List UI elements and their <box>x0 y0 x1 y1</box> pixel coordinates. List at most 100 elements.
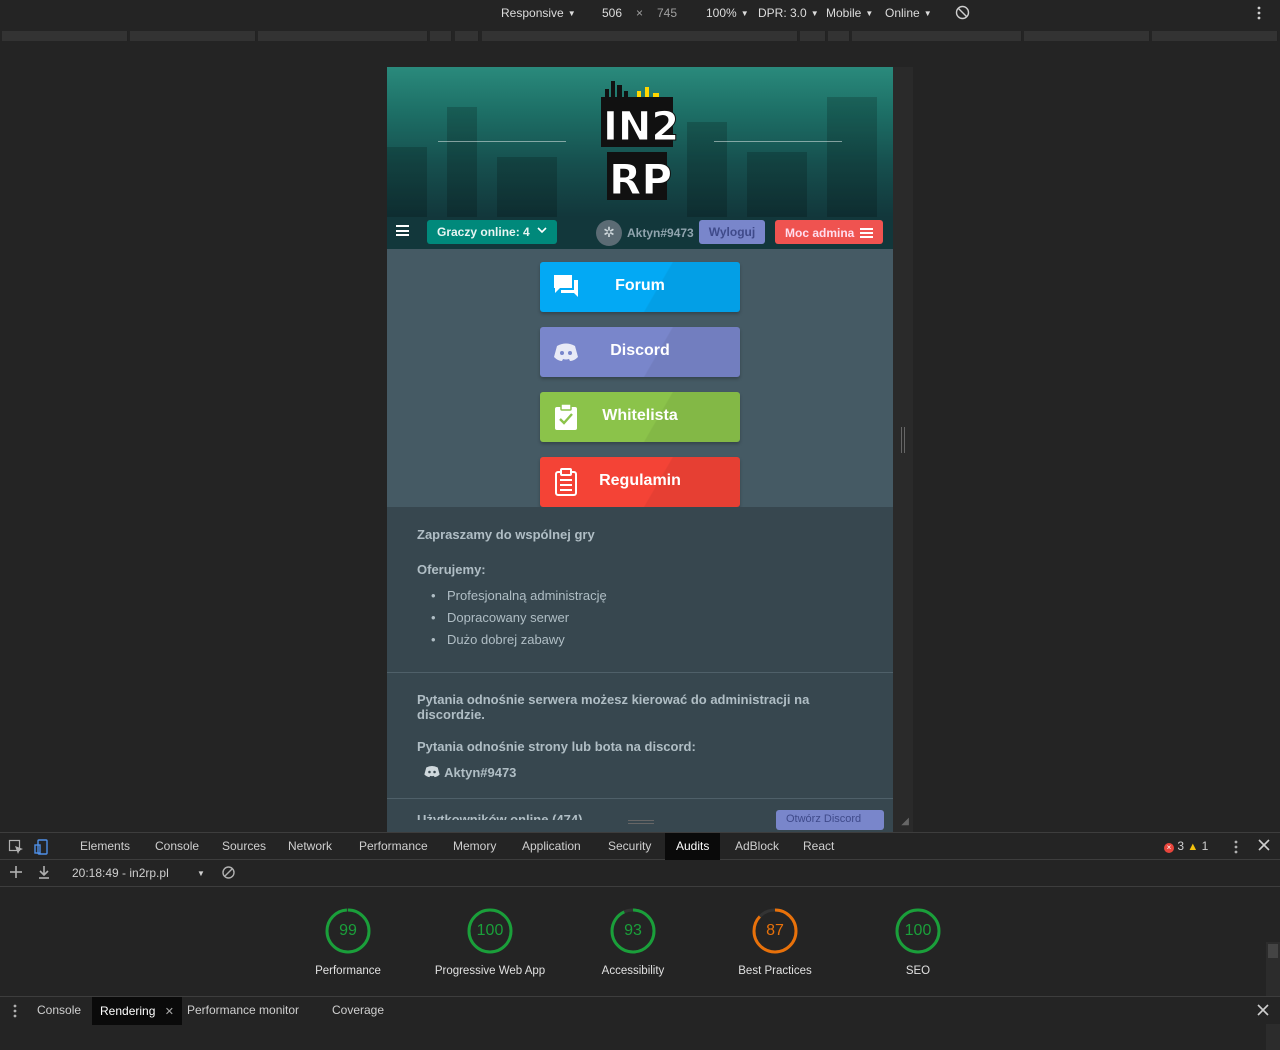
admin-power-button[interactable]: Moc admina <box>775 220 883 244</box>
dpr-select[interactable]: DPR: 3.0 ▼ <box>758 6 819 20</box>
score-accessibility[interactable]: 93 Accessibility <box>563 907 703 977</box>
devtools-tabbar: Elements Console Sources Network Perform… <box>0 832 1280 860</box>
tab-react[interactable]: React <box>803 839 834 853</box>
chevron-down-icon <box>537 225 547 238</box>
download-icon[interactable] <box>36 866 52 882</box>
menu-lines-icon <box>860 228 873 240</box>
resize-handle-right[interactable] <box>893 67 913 832</box>
close-icon[interactable] <box>1256 839 1272 855</box>
score-value: 87 <box>766 922 784 939</box>
audit-scores: 99 Performance 100 Progressive Web App 9… <box>0 887 1280 1050</box>
close-icon[interactable]: ✕ <box>165 1006 174 1018</box>
whitelist-button[interactable]: Whitelista <box>540 392 740 442</box>
report-select[interactable]: 20:18:49 - in2rp.pl <box>72 866 169 880</box>
kebab-icon[interactable] <box>1256 5 1262 24</box>
warning-count: 1 <box>1201 839 1209 853</box>
score-label: Best Practices <box>738 965 812 977</box>
device-toggle-icon[interactable] <box>34 839 50 855</box>
discord-username: Aktyn#9473 <box>444 765 517 780</box>
score-value: 100 <box>904 922 932 939</box>
offer-heading: Oferujemy: <box>417 562 486 577</box>
intro-text: Zapraszamy do wspólnej gry <box>417 527 595 542</box>
discord-contact[interactable]: Aktyn#9473 <box>423 765 516 780</box>
devtools-panel: Elements Console Sources Network Perform… <box>0 832 1280 1050</box>
drawer-tab-performance-monitor[interactable]: Performance monitor <box>187 1003 299 1017</box>
question-site: Pytania odnośnie strony lub bota na disc… <box>417 739 696 754</box>
drawer-tab-console[interactable]: Console <box>37 1003 81 1017</box>
info-section: Zapraszamy do wspólnej gry Oferujemy: Pr… <box>387 507 893 832</box>
drawer-menu-icon[interactable] <box>12 1003 18 1022</box>
tab-audits[interactable]: Audits <box>665 833 721 860</box>
header-line-right <box>714 141 842 142</box>
rules-button[interactable]: Regulamin <box>540 457 740 507</box>
rules-label: Regulamin <box>599 472 681 489</box>
tab-memory[interactable]: Memory <box>453 839 496 853</box>
device-frame: IN2 RP Graczy online: 4 ✲ Aktyn#9473 Wyl… <box>387 67 893 832</box>
tab-console[interactable]: Console <box>155 839 199 853</box>
drawer-tab-rendering[interactable]: Rendering ✕ <box>92 997 182 1025</box>
players-online-button[interactable]: Graczy online: 4 <box>427 220 557 244</box>
rotate-icon[interactable] <box>955 5 970 23</box>
score-value: 99 <box>339 922 357 939</box>
kebab-icon[interactable] <box>1228 839 1244 855</box>
tab-security[interactable]: Security <box>608 839 651 853</box>
triangle-down-icon[interactable]: ▼ <box>197 869 205 878</box>
forum-label: Forum <box>615 277 665 294</box>
score-value: 100 <box>476 922 504 939</box>
close-icon[interactable] <box>1257 1004 1269 1019</box>
score-label: Accessibility <box>601 965 665 977</box>
site-header: IN2 RP <box>387 67 893 217</box>
error-icon: × <box>1164 843 1174 853</box>
height-input[interactable]: 745 <box>657 6 677 20</box>
device-select[interactable]: Responsive ▼ <box>501 6 576 20</box>
user-name: Aktyn#9473 <box>627 226 694 240</box>
score-label: Progressive Web App <box>434 965 546 977</box>
site-logo[interactable]: IN2 RP <box>597 77 679 202</box>
discord-icon <box>424 765 440 778</box>
logout-button[interactable]: Wyloguj <box>699 220 765 244</box>
offer-item: Profesjonalną administrację <box>417 587 867 609</box>
tab-adblock[interactable]: AdBlock <box>735 839 779 853</box>
header-line-left <box>438 141 566 142</box>
drawer-tabbar: Console Rendering ✕ Performance monitor … <box>0 996 1280 1025</box>
players-online-label: Graczy online: 4 <box>437 225 530 239</box>
forum-button[interactable]: Forum <box>540 262 740 312</box>
user-avatar[interactable]: ✲ <box>596 220 622 246</box>
score-pwa[interactable]: 100 Progressive Web App <box>420 907 560 977</box>
whitelist-label: Whitelista <box>602 407 678 424</box>
media-query-ruler[interactable] <box>0 27 1280 45</box>
width-input[interactable]: 506 <box>602 6 622 20</box>
section-divider <box>387 798 893 799</box>
score-best-practices[interactable]: 87 Best Practices <box>705 907 845 977</box>
logo-text-top: IN2 <box>603 104 679 150</box>
error-warning-counter[interactable]: × 3 ▲ 1 <box>1164 839 1208 853</box>
dimension-separator: × <box>636 6 644 20</box>
tab-elements[interactable]: Elements <box>80 839 130 853</box>
inspect-element-icon[interactable] <box>8 839 24 855</box>
admin-power-label: Moc admina <box>785 226 855 240</box>
warning-icon: ▲ <box>1187 841 1199 853</box>
section-divider <box>387 672 893 673</box>
tab-sources[interactable]: Sources <box>222 839 266 853</box>
plus-icon[interactable] <box>8 866 24 882</box>
tab-performance[interactable]: Performance <box>359 839 428 853</box>
mode-select[interactable]: Mobile ▼ <box>826 6 873 20</box>
resize-handle-bottom[interactable]: ◢ <box>387 812 913 832</box>
score-label: Performance <box>315 965 381 977</box>
tab-application[interactable]: Application <box>522 839 581 853</box>
hamburger-menu-icon[interactable] <box>396 225 409 236</box>
network-select[interactable]: Online ▼ <box>885 6 932 20</box>
logo-text-bottom: RP <box>609 155 672 202</box>
score-seo[interactable]: 100 SEO <box>848 907 988 977</box>
score-performance[interactable]: 99 Performance <box>278 907 418 977</box>
zoom-select[interactable]: 100% ▼ <box>706 6 749 20</box>
tab-network[interactable]: Network <box>288 839 332 853</box>
discord-label: Discord <box>610 342 670 359</box>
discord-button[interactable]: Discord <box>540 327 740 377</box>
drawer-tab-coverage[interactable]: Coverage <box>332 1003 384 1017</box>
viewport-area: IN2 RP Graczy online: 4 ✲ Aktyn#9473 Wyl… <box>0 45 1280 832</box>
device-toolbar: Responsive ▼ 506 × 745 100% ▼ DPR: 3.0 ▼ Mo… <box>0 0 1280 27</box>
site-nav: Graczy online: 4 ✲ Aktyn#9473 Wyloguj Mo… <box>387 217 893 249</box>
error-count: 3 <box>1177 839 1185 853</box>
clear-icon[interactable] <box>220 866 236 882</box>
